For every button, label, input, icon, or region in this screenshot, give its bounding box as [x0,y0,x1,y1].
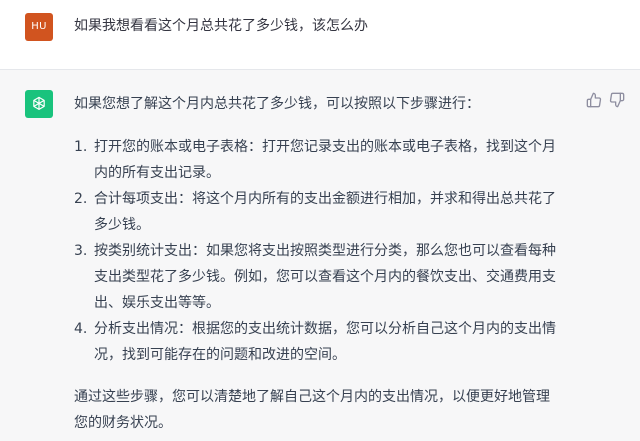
step-text-line: 支出类型花了多少钱。例如，您可以查看这个月内的餐饮支出、交通费用支 [94,269,556,285]
assistant-message-body: 如果您想了解这个月内总共花了多少钱，可以按照以下步骤进行： 1. 打开您的账本或… [74,91,580,436]
user-message-text: 如果我想看看这个月总共花了多少钱，该怎么办 [74,18,368,34]
step-number: 3. [74,243,88,259]
user-message-row: HU 如果我想看看这个月总共花了多少钱，该怎么办 [0,0,640,70]
list-item: 2. 合计每项支出：将这个月内所有的支出金额进行相加，并求和得出总共花了 多少钱… [74,186,580,238]
list-item: 1. 打开您的账本或电子表格：打开您记录支出的账本或电子表格，找到这个月 内的所… [74,134,580,186]
list-item: 3. 按类别统计支出：如果您将支出按照类型进行分类，那么您也可以查看每种 支出类… [74,238,580,316]
step-number: 4. [74,321,88,337]
assistant-message-row: 如果您想了解这个月内总共花了多少钱，可以按照以下步骤进行： 1. 打开您的账本或… [0,70,640,441]
openai-logo-icon [25,90,53,118]
outro-text-line: 通过这些步骤，您可以清楚地了解自己这个月内的支出情况，以便更好地管理 [74,389,550,405]
step-text-line: 合计每项支出：将这个月内所有的支出金额进行相加，并求和得出总共花了 [94,191,556,207]
steps-list: 1. 打开您的账本或电子表格：打开您记录支出的账本或电子表格，找到这个月 内的所… [74,134,580,368]
step-number: 2. [74,191,88,207]
outro-text-line: 您的财务状况。 [74,415,172,431]
list-item: 4. 分析支出情况：根据您的支出统计数据，您可以分析自己这个月内的支出情 况，找… [74,316,580,368]
step-number: 1. [74,139,88,155]
step-text-line: 出、娱乐支出等等。 [94,295,220,311]
step-text-line: 按类别统计支出：如果您将支出按照类型进行分类，那么您也可以查看每种 [94,243,556,259]
step-text-line: 多少钱。 [94,217,150,233]
step-text-line: 打开您的账本或电子表格：打开您记录支出的账本或电子表格，找到这个月 [94,139,556,155]
step-text-line: 分析支出情况：根据您的支出统计数据，您可以分析自己这个月内的支出情 [94,321,556,337]
user-avatar: HU [25,13,53,41]
thumbs-down-icon[interactable] [609,92,625,108]
assistant-intro: 如果您想了解这个月内总共花了多少钱，可以按照以下步骤进行： [74,96,480,112]
step-text-line: 况，找到可能存在的问题和改进的空间。 [94,347,346,363]
assistant-outro: 通过这些步骤，您可以清楚地了解自己这个月内的支出情况，以便更好地管理 您的财务状… [74,384,580,436]
thumbs-up-icon[interactable] [586,92,602,108]
step-text-line: 内的所有支出记录。 [94,165,220,181]
